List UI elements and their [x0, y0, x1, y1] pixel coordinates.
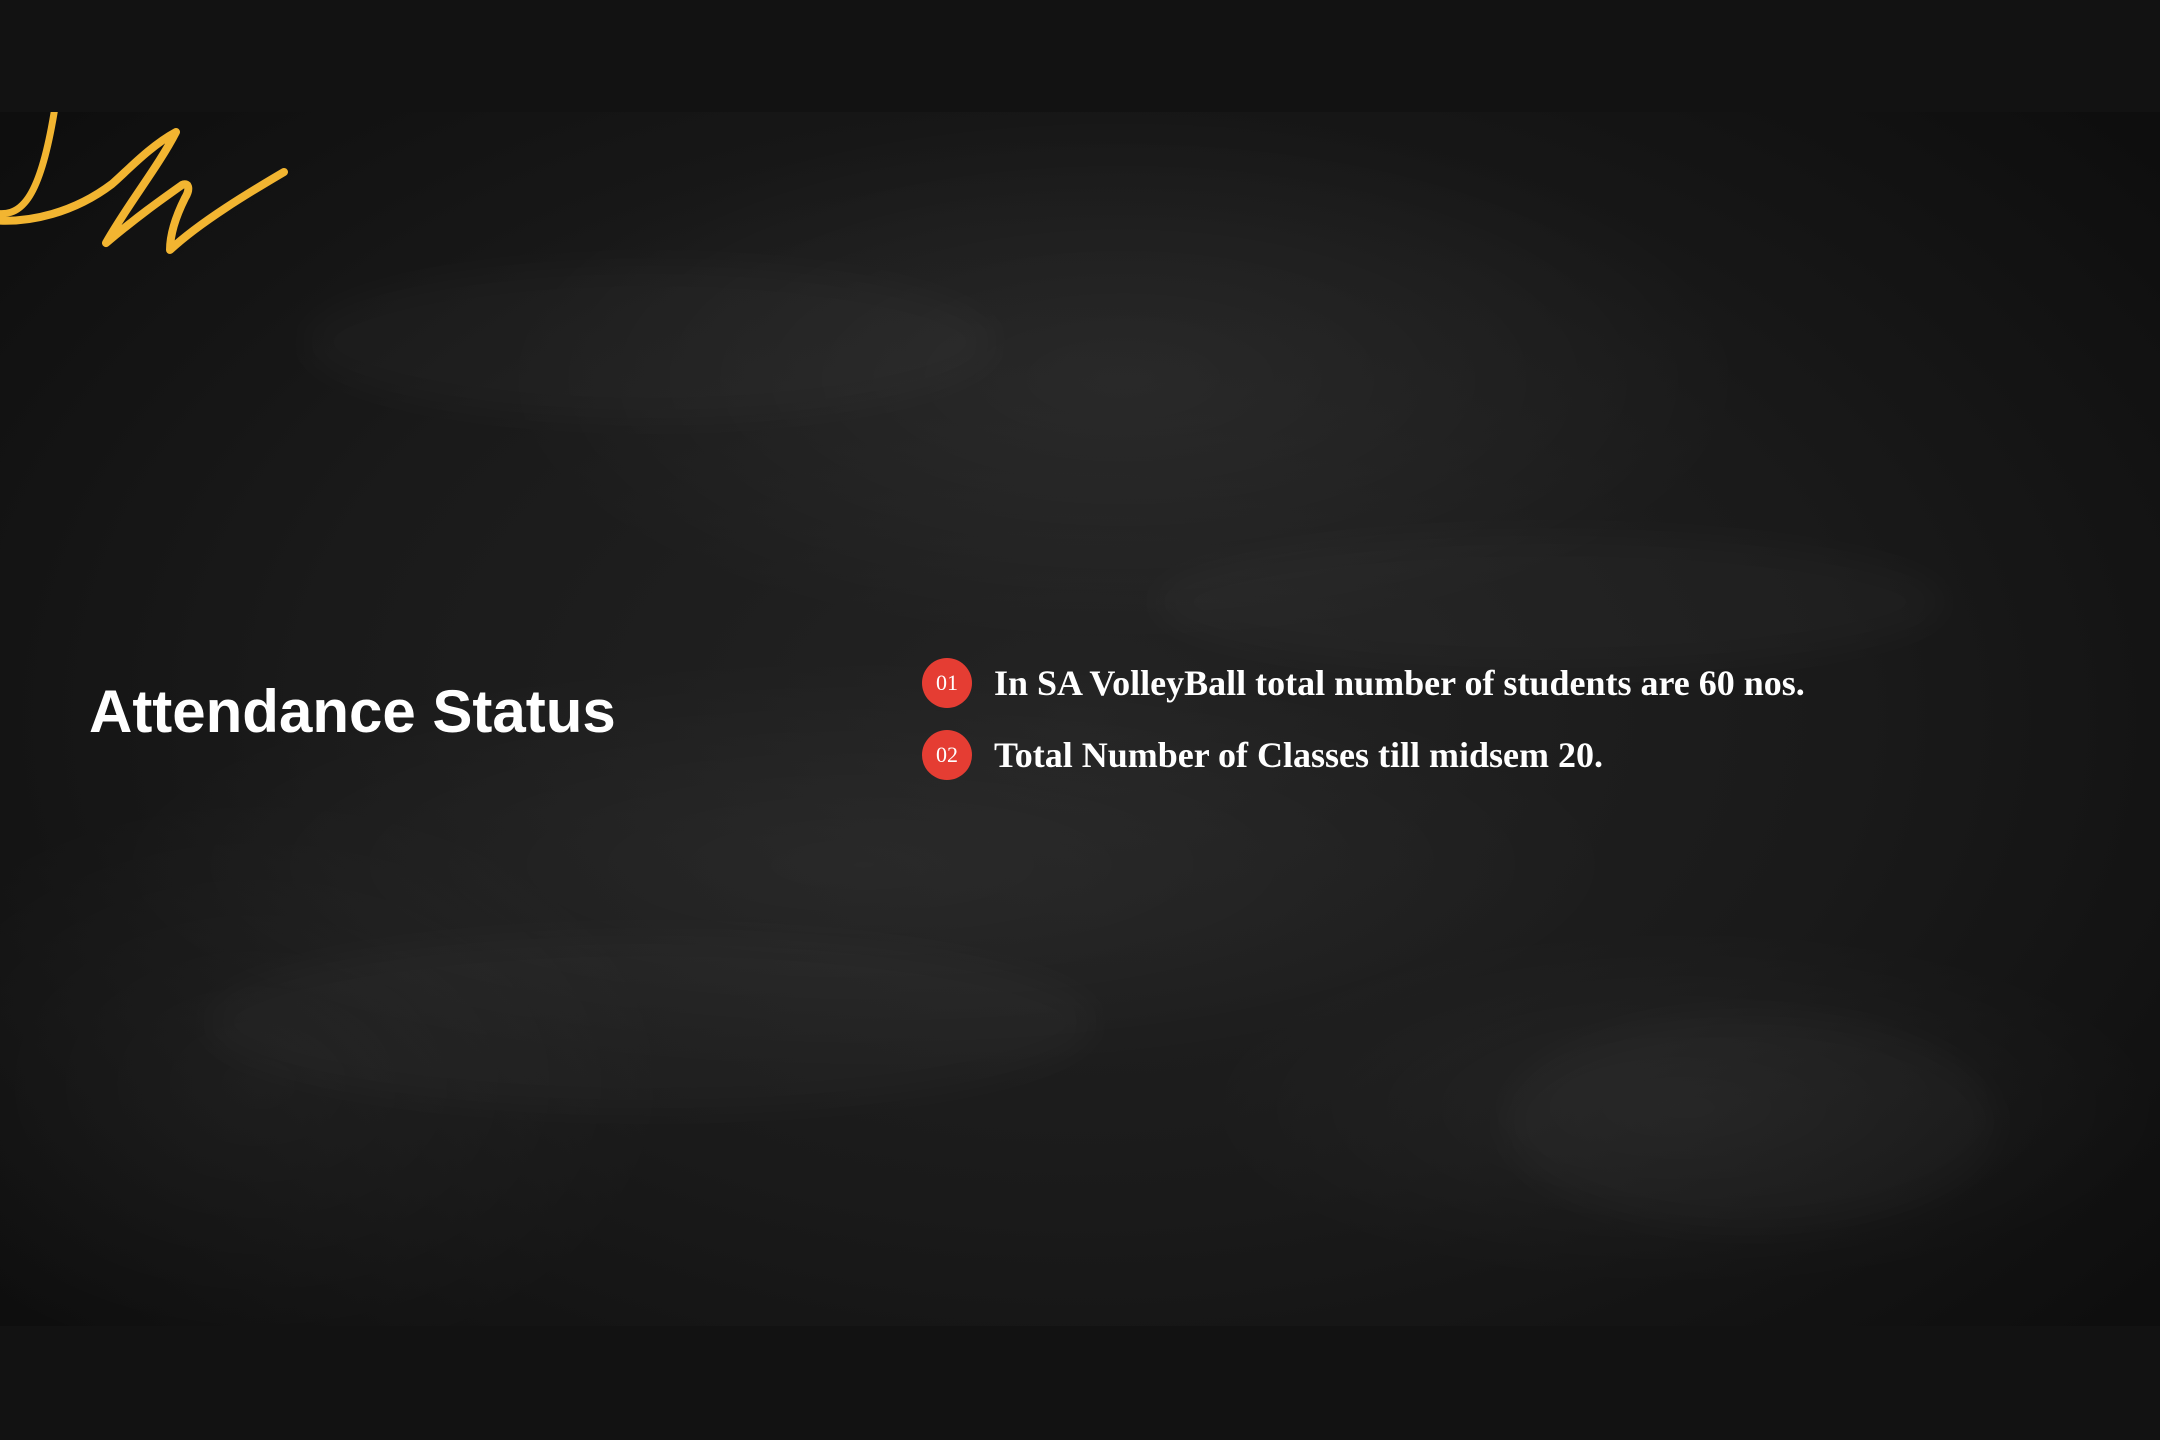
point-text: Total Number of Classes till midsem 20. [994, 735, 1604, 775]
chalk-smudge [1150, 532, 1950, 672]
chalk-smudge [200, 932, 1100, 1112]
slide-viewer: Attendance Status 01 In SA VolleyBall to… [0, 0, 2160, 1440]
chalk-smudge [300, 262, 1000, 422]
list-item: 01 In SA VolleyBall total number of stud… [922, 657, 1805, 709]
list-item: 02 Total Number of Classes till midsem 2… [922, 729, 1805, 781]
number-badge: 02 [922, 730, 972, 780]
number-badge: 01 [922, 658, 972, 708]
chalk-squiggle-icon [0, 112, 288, 254]
chalk-smudge [1500, 1012, 2000, 1232]
point-text: In SA VolleyBall total number of student… [994, 663, 1805, 703]
points-list: 01 In SA VolleyBall total number of stud… [922, 657, 1805, 801]
slide: Attendance Status 01 In SA VolleyBall to… [0, 112, 2160, 1326]
slide-title: Attendance Status [89, 678, 616, 745]
